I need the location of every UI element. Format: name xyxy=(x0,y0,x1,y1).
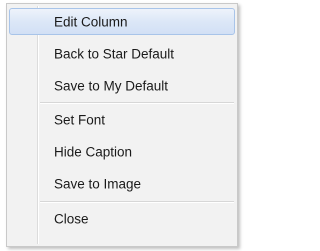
menu-item-label: Set Font xyxy=(54,112,106,127)
menu-item-label: Edit Column xyxy=(54,14,128,29)
menu-item-label: Close xyxy=(54,211,89,226)
menu-item-set-font[interactable]: Set Font xyxy=(9,106,235,133)
menu-item-label: Back to Star Default xyxy=(54,46,175,61)
menu-item-label: Save to Image xyxy=(54,176,142,191)
menu-separator xyxy=(40,102,234,104)
menu-item-hide-caption[interactable]: Hide Caption xyxy=(9,138,235,165)
menu-item-back-to-star-default[interactable]: Back to Star Default xyxy=(9,40,235,67)
menu-item-label: Save to My Default xyxy=(54,78,169,93)
menu-item-close[interactable]: Close xyxy=(9,205,235,232)
menu-item-save-to-my-default[interactable]: Save to My Default xyxy=(9,72,235,99)
menu-separator xyxy=(40,201,234,203)
menu-item-save-to-image[interactable]: Save to Image xyxy=(9,170,235,197)
menu-item-edit-column[interactable]: Edit Column xyxy=(9,8,235,35)
menu-item-label: Hide Caption xyxy=(54,144,133,159)
context-menu: Edit Column Back to Star Default Save to… xyxy=(6,3,238,247)
